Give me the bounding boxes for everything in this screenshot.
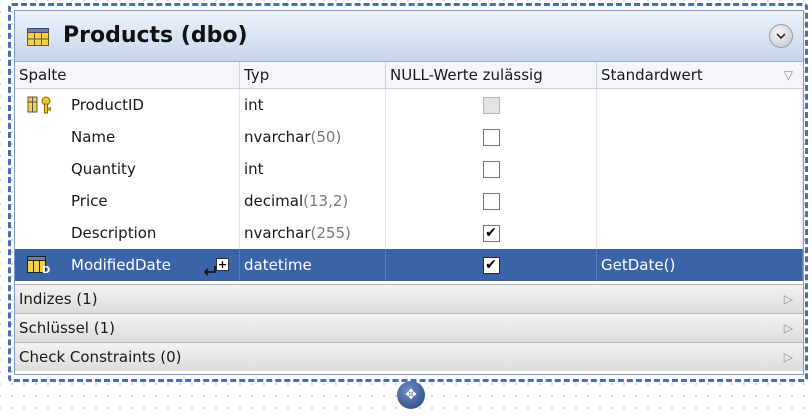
column-row[interactable]: Name nvarchar(50) bbox=[15, 121, 803, 153]
column-type-cell[interactable]: nvarchar(50) bbox=[240, 121, 386, 153]
columns-header-row: Spalte Typ NULL-Werte zulässig Standardw… bbox=[15, 62, 803, 89]
column-type-args: (13,2) bbox=[303, 192, 349, 210]
column-name-cell[interactable]: Quantity bbox=[15, 153, 240, 185]
column-type-name: decimal bbox=[244, 192, 304, 210]
section-label: Schlüssel (1) bbox=[19, 319, 115, 337]
column-nullable-cell bbox=[386, 153, 597, 185]
header-column-type[interactable]: Typ bbox=[240, 62, 386, 88]
expand-details-icon[interactable]: + bbox=[216, 258, 229, 271]
column-type-cell[interactable]: decimal(13,2) bbox=[240, 185, 386, 217]
header-column-name[interactable]: Spalte bbox=[15, 62, 240, 88]
header-default-label: Standardwert bbox=[601, 66, 703, 84]
column-type-cell[interactable]: nvarchar(255) bbox=[240, 217, 386, 249]
column-type-cell[interactable]: datetime bbox=[240, 249, 386, 281]
column-type-cell[interactable]: int bbox=[240, 153, 386, 185]
expand-arrow-icon[interactable]: ▷ bbox=[784, 285, 793, 313]
nullable-checkbox[interactable]: ✔ bbox=[482, 224, 500, 242]
column-nullable-cell bbox=[386, 121, 597, 153]
nullable-checkbox[interactable] bbox=[482, 128, 500, 146]
nullable-checkbox[interactable]: ✔ bbox=[482, 256, 500, 274]
column-nullable-cell: ✔ bbox=[386, 249, 597, 281]
expand-arrow-icon[interactable]: ▷ bbox=[784, 314, 793, 342]
column-name: Quantity bbox=[71, 160, 136, 178]
nullable-checkbox[interactable] bbox=[482, 160, 500, 178]
column-type-name: nvarchar bbox=[244, 128, 311, 146]
column-name: Description bbox=[71, 224, 157, 242]
column-name: Price bbox=[71, 192, 108, 210]
column-row[interactable]: D ModifiedDate + datetime ✔ GetDate() bbox=[15, 249, 803, 281]
column-type-name: int bbox=[244, 160, 264, 178]
primary-key-icon bbox=[27, 96, 51, 114]
column-name: Name bbox=[71, 128, 116, 146]
section-label: Check Constraints (0) bbox=[19, 348, 182, 366]
column-default-cell[interactable] bbox=[597, 217, 803, 249]
nullable-checkbox[interactable] bbox=[482, 96, 500, 114]
column-default-cell[interactable] bbox=[597, 185, 803, 217]
columns-grid: Spalte Typ NULL-Werte zulässig Standardw… bbox=[15, 62, 803, 371]
header-column-default[interactable]: Standardwert ▽ bbox=[597, 62, 803, 88]
table-title-bar[interactable]: Products (dbo) bbox=[15, 11, 803, 62]
section-header[interactable]: Check Constraints (0) ▷ bbox=[15, 342, 803, 371]
column-name: ProductID bbox=[71, 96, 144, 114]
column-name: ModifiedDate bbox=[71, 256, 171, 274]
table-icon bbox=[27, 28, 49, 46]
column-name-cell[interactable]: Name bbox=[15, 121, 240, 153]
column-name-cell[interactable]: ProductID bbox=[15, 89, 240, 121]
column-nullable-cell bbox=[386, 185, 597, 217]
column-nullable-cell: ✔ bbox=[386, 217, 597, 249]
column-row[interactable]: ProductID int bbox=[15, 89, 803, 121]
table-title: Products (dbo) bbox=[63, 23, 248, 48]
column-type-name: datetime bbox=[244, 256, 312, 274]
section-header[interactable]: Schlüssel (1) ▷ bbox=[15, 313, 803, 342]
header-column-nullable[interactable]: NULL-Werte zulässig bbox=[386, 62, 597, 88]
column-type-cell[interactable]: int bbox=[240, 89, 386, 121]
column-type-args: (50) bbox=[310, 128, 342, 146]
column-name-cell[interactable]: Price bbox=[15, 185, 240, 217]
column-type-name: int bbox=[244, 96, 264, 114]
column-default-cell[interactable]: GetDate() bbox=[597, 249, 803, 281]
expand-arrow-icon[interactable]: ▷ bbox=[784, 343, 793, 371]
column-type-name: nvarchar bbox=[244, 224, 311, 242]
collapse-chevron-icon[interactable] bbox=[769, 24, 793, 48]
column-rows: ProductID int Name nvarchar(50) Quantity int P… bbox=[15, 89, 803, 281]
column-edit-icon: D bbox=[27, 256, 50, 274]
move-handle-icon[interactable]: ✥ bbox=[397, 381, 425, 409]
svg-text:D: D bbox=[42, 265, 50, 274]
column-row[interactable]: Description nvarchar(255) ✔ bbox=[15, 217, 803, 249]
column-default-cell[interactable] bbox=[597, 121, 803, 153]
nullable-checkbox[interactable] bbox=[482, 192, 500, 210]
column-name-cell[interactable]: D ModifiedDate + bbox=[15, 249, 240, 281]
column-default-value: GetDate() bbox=[601, 256, 676, 274]
table-sections: Indizes (1) ▷ Schlüssel (1) ▷ Check Constrai… bbox=[15, 284, 803, 371]
sort-icon[interactable]: ▽ bbox=[784, 62, 793, 88]
column-default-cell[interactable] bbox=[597, 89, 803, 121]
enter-arrow-icon bbox=[203, 266, 216, 276]
column-type-args: (255) bbox=[310, 224, 351, 242]
table-panel[interactable]: Products (dbo) Spalte Typ NULL-Werte zul… bbox=[14, 10, 804, 375]
section-header[interactable]: Indizes (1) ▷ bbox=[15, 284, 803, 313]
column-default-cell[interactable] bbox=[597, 153, 803, 185]
column-row[interactable]: Quantity int bbox=[15, 153, 803, 185]
column-name-cell[interactable]: Description bbox=[15, 217, 240, 249]
column-nullable-cell bbox=[386, 89, 597, 121]
section-label: Indizes (1) bbox=[19, 290, 98, 308]
column-row[interactable]: Price decimal(13,2) bbox=[15, 185, 803, 217]
